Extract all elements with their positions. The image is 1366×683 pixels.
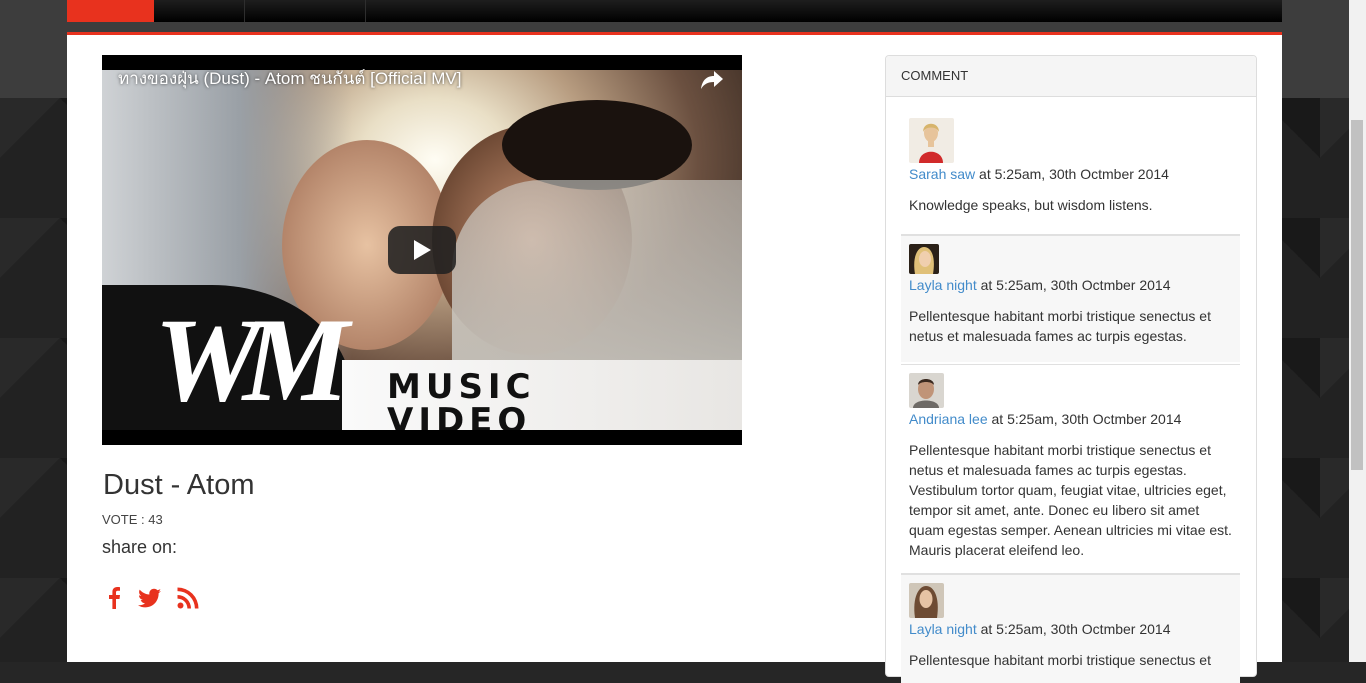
comment-time: at 5:25am, 30th Octmber 2014 [976,621,1171,637]
wm-logo-text: WM [154,293,349,426]
play-icon [414,240,431,260]
comment-time: at 5:25am, 30th Octmber 2014 [975,166,1169,182]
comment-author-link[interactable]: Layla night [909,277,977,293]
play-button[interactable] [388,226,456,274]
share-label: share on: [102,537,178,557]
video-player[interactable]: WM MUSIC VIDEO ทางของฝุ่น (Dust) - Atom … [102,55,742,445]
comment-text: Pellentesque habitant morbi tristique se… [909,308,1211,344]
comment-item: Andriana lee at 5:25am, 30th Octmber 201… [901,364,1240,560]
vote-count: VOTE : 43 [102,512,163,527]
music-label-line2: VIDEO [387,401,532,430]
rss-icon[interactable] [175,585,201,611]
comment-meta: Sarah saw at 5:25am, 30th Octmber 2014 [909,165,1232,183]
comment-author-link[interactable]: Sarah saw [909,166,975,182]
comment-meta: Layla night at 5:25am, 30th Octmber 2014 [909,276,1232,294]
music-video-label: MUSIC VIDEO [387,370,536,430]
avatar[interactable] [909,373,944,408]
comment-text: Knowledge speaks, but wisdom listens. [909,197,1153,213]
comment-item: Sarah saw at 5:25am, 30th Octmber 2014 K… [901,118,1240,215]
comment-time: at 5:25am, 30th Octmber 2014 [976,277,1171,293]
comment-author-link[interactable]: Layla night [909,621,977,637]
comment-time: at 5:25am, 30th Octmber 2014 [987,411,1182,427]
twitter-icon[interactable] [137,585,163,611]
avatar[interactable] [909,118,954,163]
facebook-icon[interactable] [102,585,128,611]
scrollbar-thumb[interactable] [1351,120,1363,470]
comment-text: Pellentesque habitant morbi tristique se… [909,442,1232,558]
comment-text: Pellentesque habitant morbi tristique se… [909,652,1211,668]
video-title[interactable]: ทางของฝุ่น (Dust) - Atom ชนกันต์ [Offici… [118,69,461,89]
comment-author-link[interactable]: Andriana lee [909,411,988,427]
top-navbar [67,0,1282,22]
avatar[interactable] [909,244,939,274]
video-scene-hair [502,100,692,190]
main-content: WM MUSIC VIDEO ทางของฝุ่น (Dust) - Atom … [67,35,1282,683]
avatar[interactable] [909,583,944,618]
comment-item: Layla night at 5:25am, 30th Octmber 2014… [901,234,1240,362]
comment-panel: COMMENT Sarah saw at 5:25am, 30th Octmbe… [885,55,1257,683]
share-arrow-icon[interactable] [700,69,724,91]
comment-heading: COMMENT [886,56,1256,97]
page-scrollbar[interactable] [1349,0,1366,662]
comment-meta: Andriana lee at 5:25am, 30th Octmber 201… [909,410,1232,428]
nav-item-active[interactable] [67,0,154,22]
nav-divider [244,0,245,22]
nav-divider [365,0,366,22]
song-title: Dust - Atom [103,469,255,501]
comment-item: Layla night at 5:25am, 30th Octmber 2014… [901,573,1240,683]
comment-meta: Layla night at 5:25am, 30th Octmber 2014 [909,620,1232,638]
